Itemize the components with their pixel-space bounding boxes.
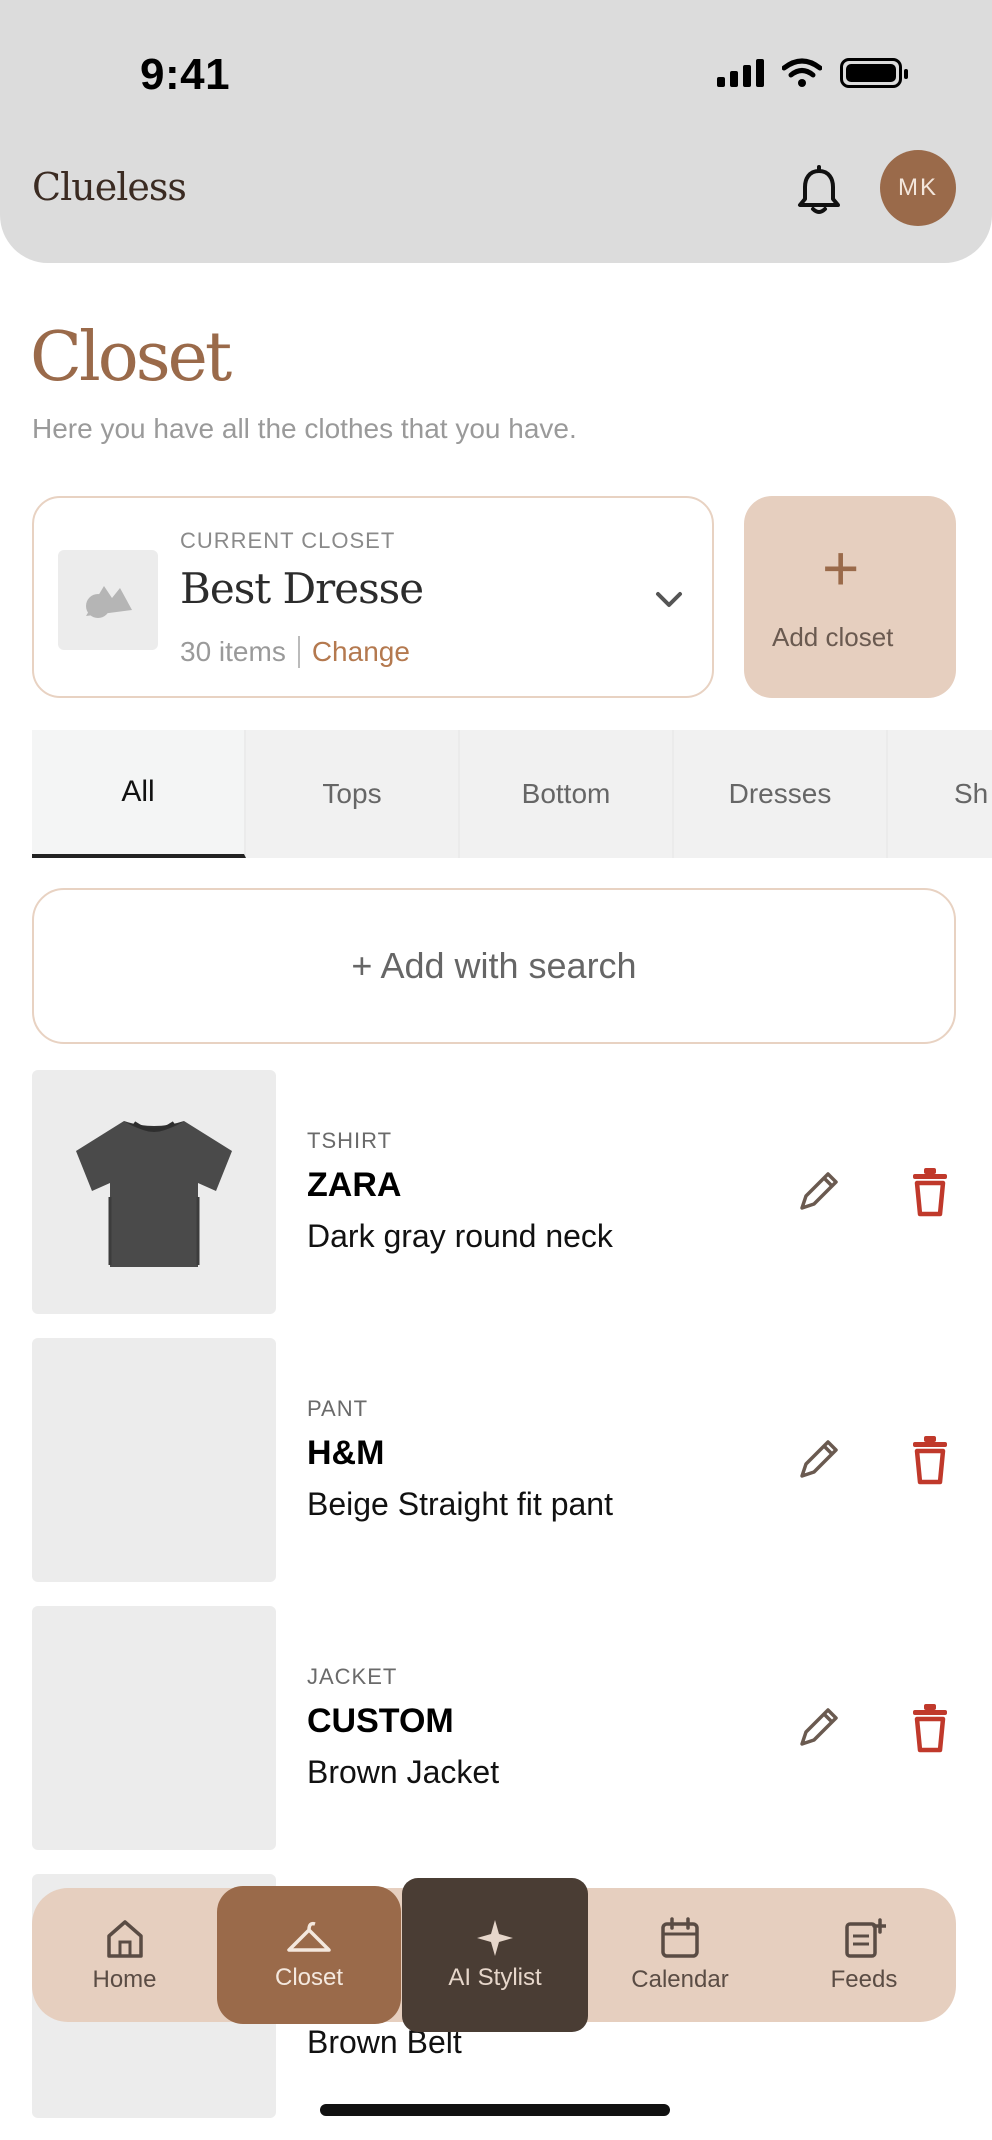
item-description: Brown Jacket	[307, 1754, 500, 1790]
tab-shoes[interactable]: Sh	[888, 730, 992, 858]
item-brand: ZARA	[307, 1166, 402, 1204]
item-image	[32, 1070, 276, 1314]
nav-closet[interactable]: Closet	[217, 1886, 401, 2024]
item-description: Beige Straight fit pant	[307, 1486, 613, 1522]
current-closet-name: Best Dresse	[180, 564, 424, 613]
change-closet-link[interactable]: Change	[312, 636, 410, 668]
sparkle-icon	[477, 1920, 513, 1956]
meta-divider	[297, 636, 300, 668]
item-brand: CUSTOM	[307, 1702, 454, 1740]
nav-feeds[interactable]: Feeds	[772, 1888, 956, 2022]
chevron-down-icon[interactable]	[654, 590, 684, 610]
status-time: 9:41	[140, 50, 231, 99]
app-header: 9:41 Clueless MK	[0, 0, 992, 263]
closet-meta: 30 items Change	[180, 636, 410, 668]
avatar[interactable]: MK	[880, 150, 956, 226]
list-item[interactable]: PANT H&M Beige Straight fit pant	[32, 1338, 956, 1582]
hanger-icon	[287, 1921, 331, 1952]
nav-ai-stylist[interactable]: AI Stylist	[402, 1878, 588, 2032]
item-image	[32, 1606, 276, 1850]
closet-item-count: 30 items	[180, 636, 286, 667]
trash-icon[interactable]	[910, 1702, 950, 1754]
nav-home-label: Home	[92, 1966, 157, 1993]
closet-placeholder-icon	[86, 586, 132, 618]
trash-icon[interactable]	[910, 1166, 950, 1218]
home-icon	[106, 1920, 143, 1958]
tab-tops[interactable]: Tops	[246, 730, 460, 858]
closet-thumbnail	[58, 550, 158, 650]
list-item[interactable]: JACKET CUSTOM Brown Jacket	[32, 1606, 956, 1850]
nav-closet-label: Closet	[274, 1964, 344, 1991]
category-tabs: All Tops Bottom Dresses Sh	[32, 730, 992, 858]
item-type: TSHIRT	[307, 1128, 393, 1153]
tab-dresses[interactable]: Dresses	[674, 730, 888, 858]
nav-calendar-label: Calendar	[631, 1966, 729, 1993]
item-type: PANT	[307, 1396, 369, 1421]
app-logo[interactable]: Clueless	[32, 165, 187, 209]
tab-bottom[interactable]: Bottom	[460, 730, 674, 858]
tshirt-image	[76, 1121, 232, 1267]
add-with-search-button[interactable]: + Add with search	[32, 888, 956, 1044]
list-item[interactable]: TSHIRT ZARA Dark gray round neck	[32, 1070, 956, 1314]
home-indicator[interactable]	[320, 2104, 670, 2116]
status-icons	[717, 58, 908, 88]
plus-icon: +	[822, 532, 860, 604]
item-brand: H&M	[307, 1434, 385, 1472]
battery-icon	[840, 58, 908, 88]
nav-feeds-label: Feeds	[830, 1966, 898, 1993]
item-description: Dark gray round neck	[307, 1218, 613, 1254]
add-closet-button[interactable]: + Add closet	[744, 496, 956, 698]
cellular-signal-icon	[717, 59, 764, 87]
tab-all[interactable]: All	[32, 730, 246, 858]
nav-ai-stylist-label: AI Stylist	[448, 1964, 542, 1991]
page-subtitle: Here you have all the clothes that you h…	[32, 413, 577, 444]
current-closet-card[interactable]: CURRENT CLOSET Best Dresse 30 items Chan…	[32, 496, 714, 698]
feeds-icon	[845, 1918, 886, 1958]
add-closet-label: Add closet	[772, 622, 894, 652]
trash-icon[interactable]	[910, 1434, 950, 1486]
current-closet-label: CURRENT CLOSET	[180, 528, 396, 553]
edit-icon[interactable]	[792, 1166, 844, 1218]
edit-icon[interactable]	[792, 1434, 844, 1486]
calendar-icon	[661, 1917, 699, 1958]
page-title: Closet	[30, 318, 232, 397]
item-type: JACKET	[307, 1664, 398, 1689]
nav-calendar[interactable]: Calendar	[588, 1888, 772, 2022]
notification-bell-icon[interactable]	[796, 165, 842, 217]
edit-icon[interactable]	[792, 1702, 844, 1754]
bottom-navigation: Home Closet AI Stylist Calendar Feeds	[32, 1878, 956, 2032]
nav-home[interactable]: Home	[32, 1888, 217, 2022]
wifi-icon	[782, 58, 822, 87]
item-image	[32, 1338, 276, 1582]
